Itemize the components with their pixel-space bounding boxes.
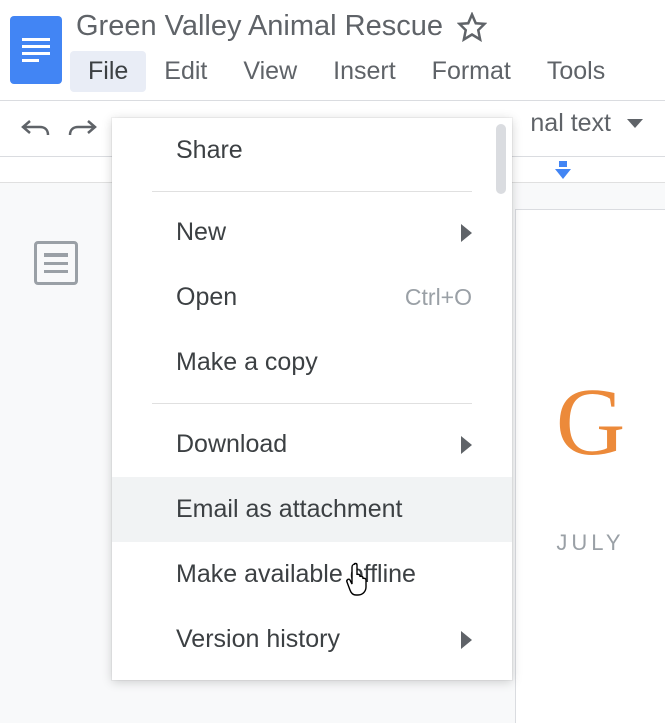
menu-label: Download: [176, 430, 287, 459]
chevron-down-icon: [627, 119, 643, 128]
submenu-arrow-icon: [461, 631, 472, 649]
docs-icon-lines: [22, 38, 50, 62]
menu-item-share[interactable]: Share: [112, 118, 512, 183]
menu-label: New: [176, 218, 226, 247]
submenu-arrow-icon: [461, 436, 472, 454]
menu-item-open[interactable]: Open Ctrl+O: [112, 265, 512, 330]
submenu-arrow-icon: [461, 224, 472, 242]
menu-item-make-offline[interactable]: Make available offline: [112, 542, 512, 607]
menu-item-email-attachment[interactable]: Email as attachment: [112, 477, 512, 542]
menu-tools[interactable]: Tools: [529, 51, 623, 92]
menu-shortcut: Ctrl+O: [405, 284, 472, 311]
page-heading-fragment: G: [516, 374, 665, 470]
menu-label: Share: [176, 136, 243, 165]
menu-scrollbar[interactable]: [496, 124, 506, 194]
menu-separator: [152, 191, 472, 192]
page-preview[interactable]: G JULY: [515, 209, 665, 723]
menubar: File Edit View Insert Format Tools: [70, 51, 655, 92]
undo-icon[interactable]: [20, 115, 50, 144]
outline-icon[interactable]: [34, 241, 78, 285]
menu-edit[interactable]: Edit: [146, 51, 225, 92]
menu-item-version-history[interactable]: Version history: [112, 607, 512, 672]
page-date-fragment: JULY: [516, 530, 665, 556]
menu-item-new[interactable]: New: [112, 200, 512, 265]
paragraph-style-selector[interactable]: nal text: [530, 109, 643, 138]
menu-label: Version history: [176, 625, 340, 654]
menu-label: Open: [176, 283, 237, 312]
menu-insert[interactable]: Insert: [315, 51, 414, 92]
menu-file[interactable]: File: [70, 51, 146, 92]
file-menu-dropdown: Share New Open Ctrl+O Make a copy Downlo…: [112, 118, 512, 680]
menu-format[interactable]: Format: [414, 51, 529, 92]
redo-icon[interactable]: [68, 115, 98, 144]
style-label: nal text: [530, 109, 611, 138]
menu-label: Make a copy: [176, 348, 318, 377]
docs-app-icon[interactable]: [10, 16, 62, 84]
star-icon[interactable]: [457, 12, 487, 42]
menu-label: Email as attachment: [176, 495, 403, 524]
menu-view[interactable]: View: [225, 51, 315, 92]
document-title[interactable]: Green Valley Animal Rescue: [76, 10, 443, 43]
menu-item-make-copy[interactable]: Make a copy: [112, 330, 512, 395]
menu-separator: [152, 403, 472, 404]
menu-label: Make available offline: [176, 560, 416, 589]
menu-item-download[interactable]: Download: [112, 412, 512, 477]
